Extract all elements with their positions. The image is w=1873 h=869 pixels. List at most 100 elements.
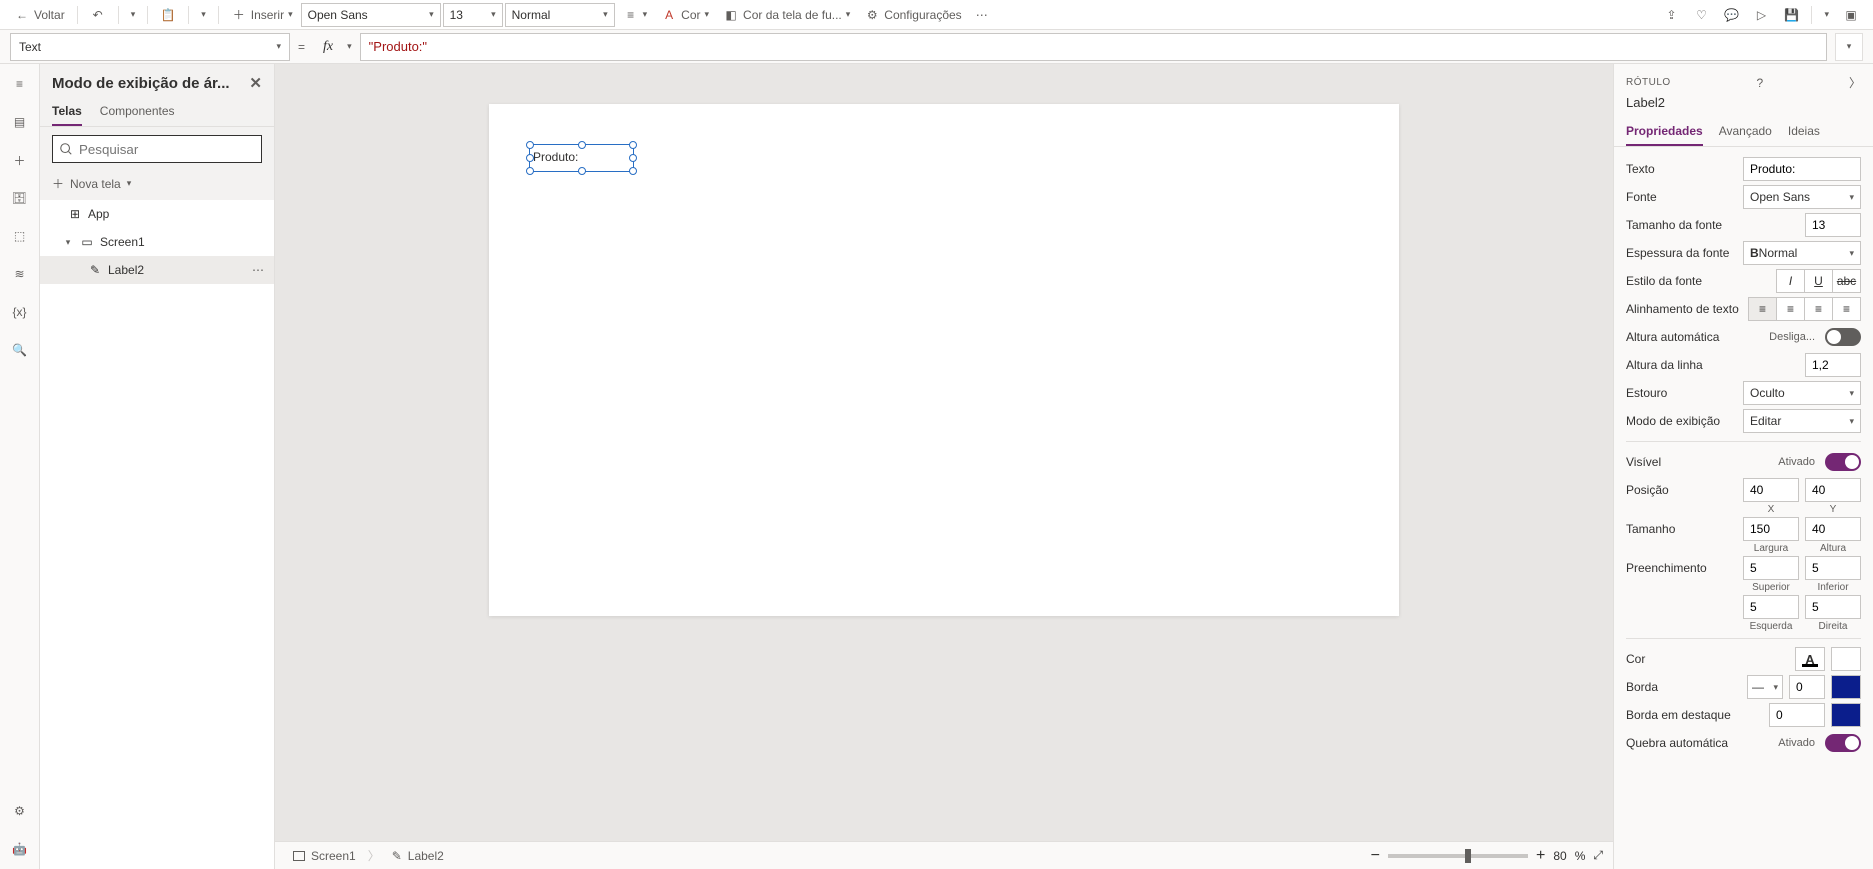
undo-button[interactable]: ↶ <box>84 3 112 27</box>
pad-bot-input[interactable] <box>1805 556 1861 580</box>
publish-button[interactable]: ▣ <box>1837 3 1865 27</box>
tree-item-screen1[interactable]: ▾ ▭ Screen1 <box>40 228 274 256</box>
tree-item-label2[interactable]: ✎ Label2 ⋯ <box>40 256 274 284</box>
size-w-input[interactable] <box>1743 517 1799 541</box>
fontcolor-button[interactable]: A <box>1795 647 1825 671</box>
align-right-button[interactable]: ≡ <box>1804 297 1833 321</box>
undo-menu[interactable]: ▾ <box>125 3 142 27</box>
fontweight-select[interactable]: Normal ▾ <box>505 3 615 27</box>
borderstyle-select[interactable]: —▾ <box>1747 675 1783 699</box>
resize-handle[interactable] <box>578 167 586 175</box>
fontcolor-button[interactable]: A Cor ▾ <box>655 3 715 27</box>
media-icon[interactable]: ⬚ <box>10 226 30 246</box>
prop-text-input[interactable] <box>1743 157 1861 181</box>
fillcolor-swatch[interactable] <box>1831 647 1861 671</box>
canvas-scroll[interactable]: Produto: <box>275 64 1613 841</box>
pad-right-input[interactable] <box>1805 595 1861 619</box>
overflow-button[interactable]: ⋯ <box>970 3 994 27</box>
comments-button[interactable]: 💬 <box>1717 3 1745 27</box>
border-width-input[interactable] <box>1789 675 1825 699</box>
strike-button[interactable]: abc <box>1832 269 1861 293</box>
virtual-agent-icon[interactable]: 🤖 <box>10 839 30 859</box>
paste-menu[interactable]: ▾ <box>195 3 212 27</box>
underline-button[interactable]: U <box>1804 269 1833 293</box>
resize-handle[interactable] <box>526 141 534 149</box>
prop-lineh-input[interactable] <box>1805 353 1861 377</box>
autoh-toggle[interactable] <box>1825 328 1861 346</box>
fborder-width-input[interactable] <box>1769 703 1825 727</box>
new-screen-button[interactable]: ＋ Nova tela ▾ <box>40 171 274 200</box>
zoom-in-button[interactable]: + <box>1536 847 1545 865</box>
resize-handle[interactable] <box>526 154 534 162</box>
paste-button[interactable]: 📋 <box>154 3 182 27</box>
resize-handle[interactable] <box>578 141 586 149</box>
prop-dispmode-select[interactable]: Editar▾ <box>1743 409 1861 433</box>
resize-handle[interactable] <box>629 154 637 162</box>
bordercolor-swatch[interactable] <box>1831 675 1861 699</box>
selection-box[interactable]: Produto: <box>529 144 634 172</box>
tree-item-app[interactable]: ⊞ App <box>40 200 274 228</box>
canvas[interactable]: Produto: <box>489 104 1399 616</box>
zoom-out-button[interactable]: − <box>1371 847 1380 865</box>
save-menu[interactable]: ▾ <box>1818 3 1835 27</box>
tab-advanced[interactable]: Avançado <box>1719 118 1772 146</box>
search-input[interactable] <box>52 135 262 163</box>
pad-top-input[interactable] <box>1743 556 1799 580</box>
property-dropdown[interactable]: Text ▾ <box>10 33 290 61</box>
search-icon[interactable]: 🔍 <box>10 340 30 360</box>
pad-left-input[interactable] <box>1743 595 1799 619</box>
sub-bot: Inferior <box>1805 582 1861 593</box>
zoom-slider[interactable] <box>1388 854 1528 858</box>
back-button[interactable]: ← Voltar <box>8 3 71 27</box>
resize-handle[interactable] <box>629 167 637 175</box>
insert-icon[interactable]: ＋ <box>10 150 30 170</box>
settings-icon[interactable]: ⚙ <box>10 801 30 821</box>
pos-x-input[interactable] <box>1743 478 1799 502</box>
tree-icon[interactable]: ▤ <box>10 112 30 132</box>
fbordercolor-swatch[interactable] <box>1831 703 1861 727</box>
formula-input[interactable]: "Produto:" <box>360 33 1827 61</box>
tab-components[interactable]: Componentes <box>100 98 175 126</box>
resize-handle[interactable] <box>629 141 637 149</box>
more-icon[interactable]: ⋯ <box>252 263 264 277</box>
crumb-label[interactable]: ✎ Label2 <box>384 845 452 867</box>
checker-button[interactable]: ♡ <box>1687 3 1715 27</box>
chevron-down-icon[interactable]: ▾ <box>347 41 352 52</box>
chevron-right-icon[interactable]: 〉 <box>1849 74 1861 91</box>
tab-screens[interactable]: Telas <box>52 98 82 126</box>
prop-font-select[interactable]: Open Sans▾ <box>1743 185 1861 209</box>
tab-properties[interactable]: Propriedades <box>1626 118 1703 146</box>
align-justify-button[interactable]: ≡ <box>1832 297 1861 321</box>
slider-thumb[interactable] <box>1465 849 1471 863</box>
hamburger-icon[interactable]: ≡ <box>10 74 30 94</box>
fullscreen-icon[interactable]: ⤢ <box>1593 848 1603 863</box>
expand-formula-button[interactable]: ▾ <box>1835 33 1863 61</box>
flows-icon[interactable]: ≋ <box>10 264 30 284</box>
fill-button[interactable]: ◧ Cor da tela de fu... ▾ <box>717 3 856 27</box>
prop-overflow-select[interactable]: Oculto▾ <box>1743 381 1861 405</box>
visible-toggle[interactable] <box>1825 453 1861 471</box>
align-left-button[interactable]: ≡ <box>1748 297 1777 321</box>
settings-button[interactable]: ⚙ Configurações <box>858 3 967 27</box>
resize-handle[interactable] <box>526 167 534 175</box>
fontsize-select[interactable]: 13 ▾ <box>443 3 503 27</box>
share-button[interactable]: ⇪ <box>1657 3 1685 27</box>
preview-button[interactable]: ▷ <box>1747 3 1775 27</box>
pos-y-input[interactable] <box>1805 478 1861 502</box>
prop-weight-select[interactable]: B Normal▾ <box>1743 241 1861 265</box>
help-icon[interactable]: ? <box>1756 76 1763 90</box>
wrap-toggle[interactable] <box>1825 734 1861 752</box>
insert-button[interactable]: ＋ Inserir ▾ <box>225 3 299 27</box>
crumb-screen[interactable]: Screen1 <box>285 845 364 867</box>
align-button[interactable]: ≡▾ <box>617 3 654 27</box>
size-h-input[interactable] <box>1805 517 1861 541</box>
italic-button[interactable]: I <box>1776 269 1805 293</box>
data-icon[interactable]: 🗄 <box>10 188 30 208</box>
align-center-button[interactable]: ≡ <box>1776 297 1805 321</box>
variables-icon[interactable]: {x} <box>10 302 30 322</box>
close-icon[interactable]: ✕ <box>249 74 262 92</box>
prop-size-input[interactable] <box>1805 213 1861 237</box>
font-select[interactable]: Open Sans ▾ <box>301 3 441 27</box>
tab-ideas[interactable]: Ideias <box>1788 118 1820 146</box>
save-button[interactable]: 💾 <box>1777 3 1805 27</box>
